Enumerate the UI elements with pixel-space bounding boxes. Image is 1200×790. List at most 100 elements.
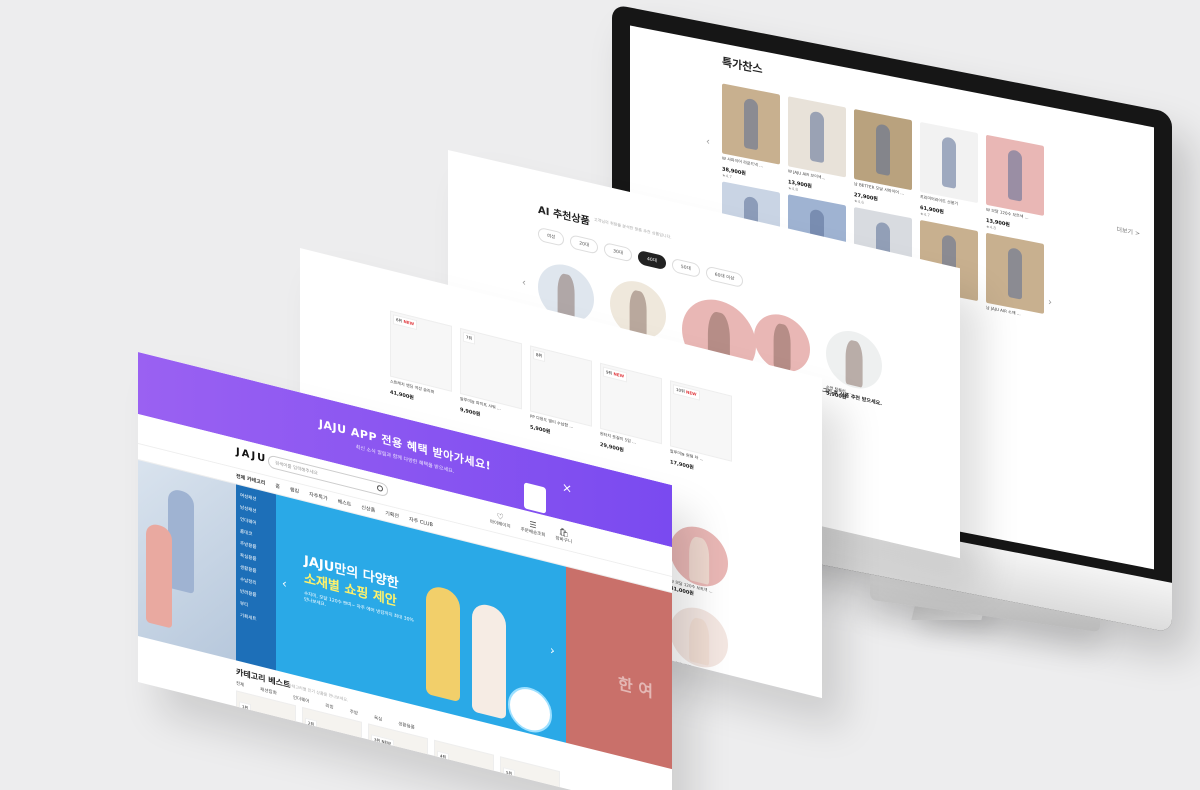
rank-badge: 4위 <box>437 750 450 764</box>
rank-number: 6위 <box>396 316 404 324</box>
category-tab[interactable]: 전체 <box>236 680 244 688</box>
more-link[interactable]: 더보기 > <box>1117 224 1141 238</box>
rank-number: 8위 <box>536 351 543 359</box>
new-label: NEW <box>403 318 415 327</box>
product-figure <box>744 97 758 151</box>
filter-chip[interactable]: 60대 이상 <box>705 265 744 289</box>
nav-item[interactable]: 랭킹 <box>290 486 299 495</box>
category-menu: 여성패션 남성패션 언더웨어 홈데코 주방용품 욕실용품 생활용품 수납정리 반려용품 뷰티 기획세… <box>236 484 276 671</box>
filter-chip[interactable]: 40대 <box>638 249 666 271</box>
rank-label: 위 <box>508 770 513 777</box>
product-image[interactable] <box>920 121 978 204</box>
product-card[interactable]: 남 BETTER 모달 사파이어 ... 27,900원 ★4.6 <box>854 109 912 214</box>
jaju-logo[interactable]: JAJU <box>236 446 267 465</box>
new-product-card[interactable]: 6위 NEW 스트레치 밴딩 여성 슬리퍼 41,900원 <box>390 310 452 410</box>
filter-chip[interactable]: 여성 <box>538 226 565 247</box>
nav-item[interactable]: 베스트 <box>338 498 352 508</box>
category-tab[interactable]: 욕실 <box>374 715 382 723</box>
rank-badge: 10위 NEW <box>673 383 700 401</box>
product-image[interactable] <box>986 134 1044 216</box>
side-promo-banner[interactable]: 한 여 <box>566 566 672 770</box>
filter-chip[interactable]: 50대 <box>671 257 700 279</box>
circle-product-list: W 모달 120수 보트넥 ... 41,000원 W 모달 위드 ... <box>670 520 728 679</box>
category-tab[interactable]: 생활용품 <box>398 721 415 731</box>
category-tab[interactable]: 주방 <box>350 709 358 717</box>
product-image[interactable] <box>986 232 1044 314</box>
new-product-card[interactable]: 8위 PP 다용도 멀티 수납함 ... 5,900원 <box>530 345 592 445</box>
new-label: NEW <box>613 371 625 379</box>
rank-number: 7위 <box>466 334 473 341</box>
product-image[interactable]: 8위 <box>530 345 592 427</box>
nav-item[interactable]: 자주 CLUB <box>409 516 433 529</box>
model-figure <box>146 521 172 629</box>
rank-badge: 5위 <box>503 767 516 781</box>
nav-item[interactable]: 홈 <box>275 482 280 490</box>
chevron-right-icon[interactable]: › <box>550 643 555 658</box>
new-product-card[interactable]: 10위 NEW 알루미늄 원형 차 ... 17,900원 <box>670 380 732 480</box>
product-image[interactable]: 9위 NEW <box>600 362 662 445</box>
product-card[interactable]: 프리미어라이트 선풍기 61,900원 ★4.7 <box>920 121 978 227</box>
nav-item[interactable]: 자주특가 <box>309 491 327 503</box>
product-circle-image[interactable] <box>826 325 882 395</box>
rank-product-card[interactable]: 3위 NEW <box>368 723 428 779</box>
circle-product[interactable]: W 모달 위드 ... <box>670 601 728 679</box>
search-icon[interactable] <box>377 484 383 493</box>
side-model-image <box>138 460 236 661</box>
product-figure <box>845 338 863 388</box>
rank-badge: 8위 <box>533 349 546 363</box>
product-card[interactable]: W 모달 120수 보트넥 ... 13,900원 ★4.8 <box>986 134 1044 240</box>
circle-product[interactable]: W 모달 120수 보트넥 ... 41,000원 <box>670 520 728 605</box>
chevron-right-icon[interactable]: › <box>1048 297 1052 309</box>
header-link[interactable]: ☰ 주문배송조회 <box>521 517 546 539</box>
product-figure <box>689 616 709 666</box>
rank-badge: 9위 NEW <box>603 366 627 383</box>
ai-recommend-subtitle: 고객님의 취향을 분석한 맞춤 추천 상품입니다. <box>594 216 672 240</box>
chevron-left-icon[interactable]: ‹ <box>706 136 710 148</box>
product-card[interactable]: 남 JAJU AIR 소매 ... <box>986 232 1044 326</box>
rank-badge: 6위 NEW <box>393 314 417 331</box>
rank-label: 위 <box>310 721 315 727</box>
rank-badge: 2위 <box>305 717 318 731</box>
product-circle-image[interactable] <box>670 601 728 674</box>
product-card[interactable]: W 사파이어 라운드넥 ... 38,900원 ★4.7 <box>722 83 780 188</box>
new-product-card[interactable]: 9위 NEW 원터치 옷걸이 5입 ... 29,900원 <box>600 362 662 463</box>
category-tab[interactable]: 패션잡화 <box>260 686 277 696</box>
rank-badge: 3위 NEW <box>371 734 394 750</box>
new-product-card[interactable]: 7위 알루미늄 파이프 샤워 ... 9,900원 <box>460 327 522 428</box>
rank-label: 위 <box>442 753 447 760</box>
category-tab[interactable]: 언더웨어 <box>293 695 310 705</box>
mockup-scene: 특가찬스 더보기 > ‹ › W 사파이어 라운드넥 ... 38,900원 ★4.… <box>0 0 1200 790</box>
product-card[interactable]: W JAJU AIR 보이섹... 13,900원 ★4.8 <box>788 96 846 201</box>
chevron-left-icon[interactable]: ‹ <box>522 277 526 289</box>
rank-number: 9위 <box>606 369 614 377</box>
rank-product-card[interactable]: 4위 <box>434 739 494 790</box>
nav-item[interactable]: 신상품 <box>361 504 375 514</box>
header-link[interactable]: 🛍 장바구니 <box>555 526 572 545</box>
product-image[interactable] <box>854 109 912 191</box>
product-image[interactable]: 7위 <box>460 327 522 410</box>
product-image[interactable]: 6위 NEW <box>390 310 452 392</box>
nav-item[interactable]: 기획전 <box>385 510 399 520</box>
product-image[interactable] <box>722 83 780 165</box>
rank-product-card[interactable]: 5위 <box>500 756 560 790</box>
rank-badge: 1위 <box>239 701 252 715</box>
close-icon[interactable]: × <box>562 480 572 497</box>
rank-label: 위 NEW <box>376 737 391 747</box>
product-figure <box>773 322 791 371</box>
product-image[interactable] <box>788 96 846 178</box>
new-label: NEW <box>686 389 697 397</box>
rank-label: 위 <box>244 704 249 711</box>
chevron-left-icon[interactable]: ‹ <box>282 576 287 591</box>
product-figure <box>1008 148 1022 202</box>
product-image[interactable]: 10위 NEW <box>670 380 732 462</box>
phone-icon <box>524 482 546 514</box>
filter-chip[interactable]: 20대 <box>570 234 599 255</box>
rank-number: 10위 <box>676 386 687 395</box>
category-tab[interactable]: 리빙 <box>325 703 333 711</box>
filter-chip[interactable]: 30대 <box>604 242 633 263</box>
product-figure <box>942 136 956 189</box>
banner-product-circle <box>508 682 552 738</box>
header-link[interactable]: ♡ 마이페이지 <box>490 510 511 529</box>
search-placeholder: 검색어를 입력해주세요 <box>275 461 318 477</box>
banner-model <box>472 601 506 720</box>
